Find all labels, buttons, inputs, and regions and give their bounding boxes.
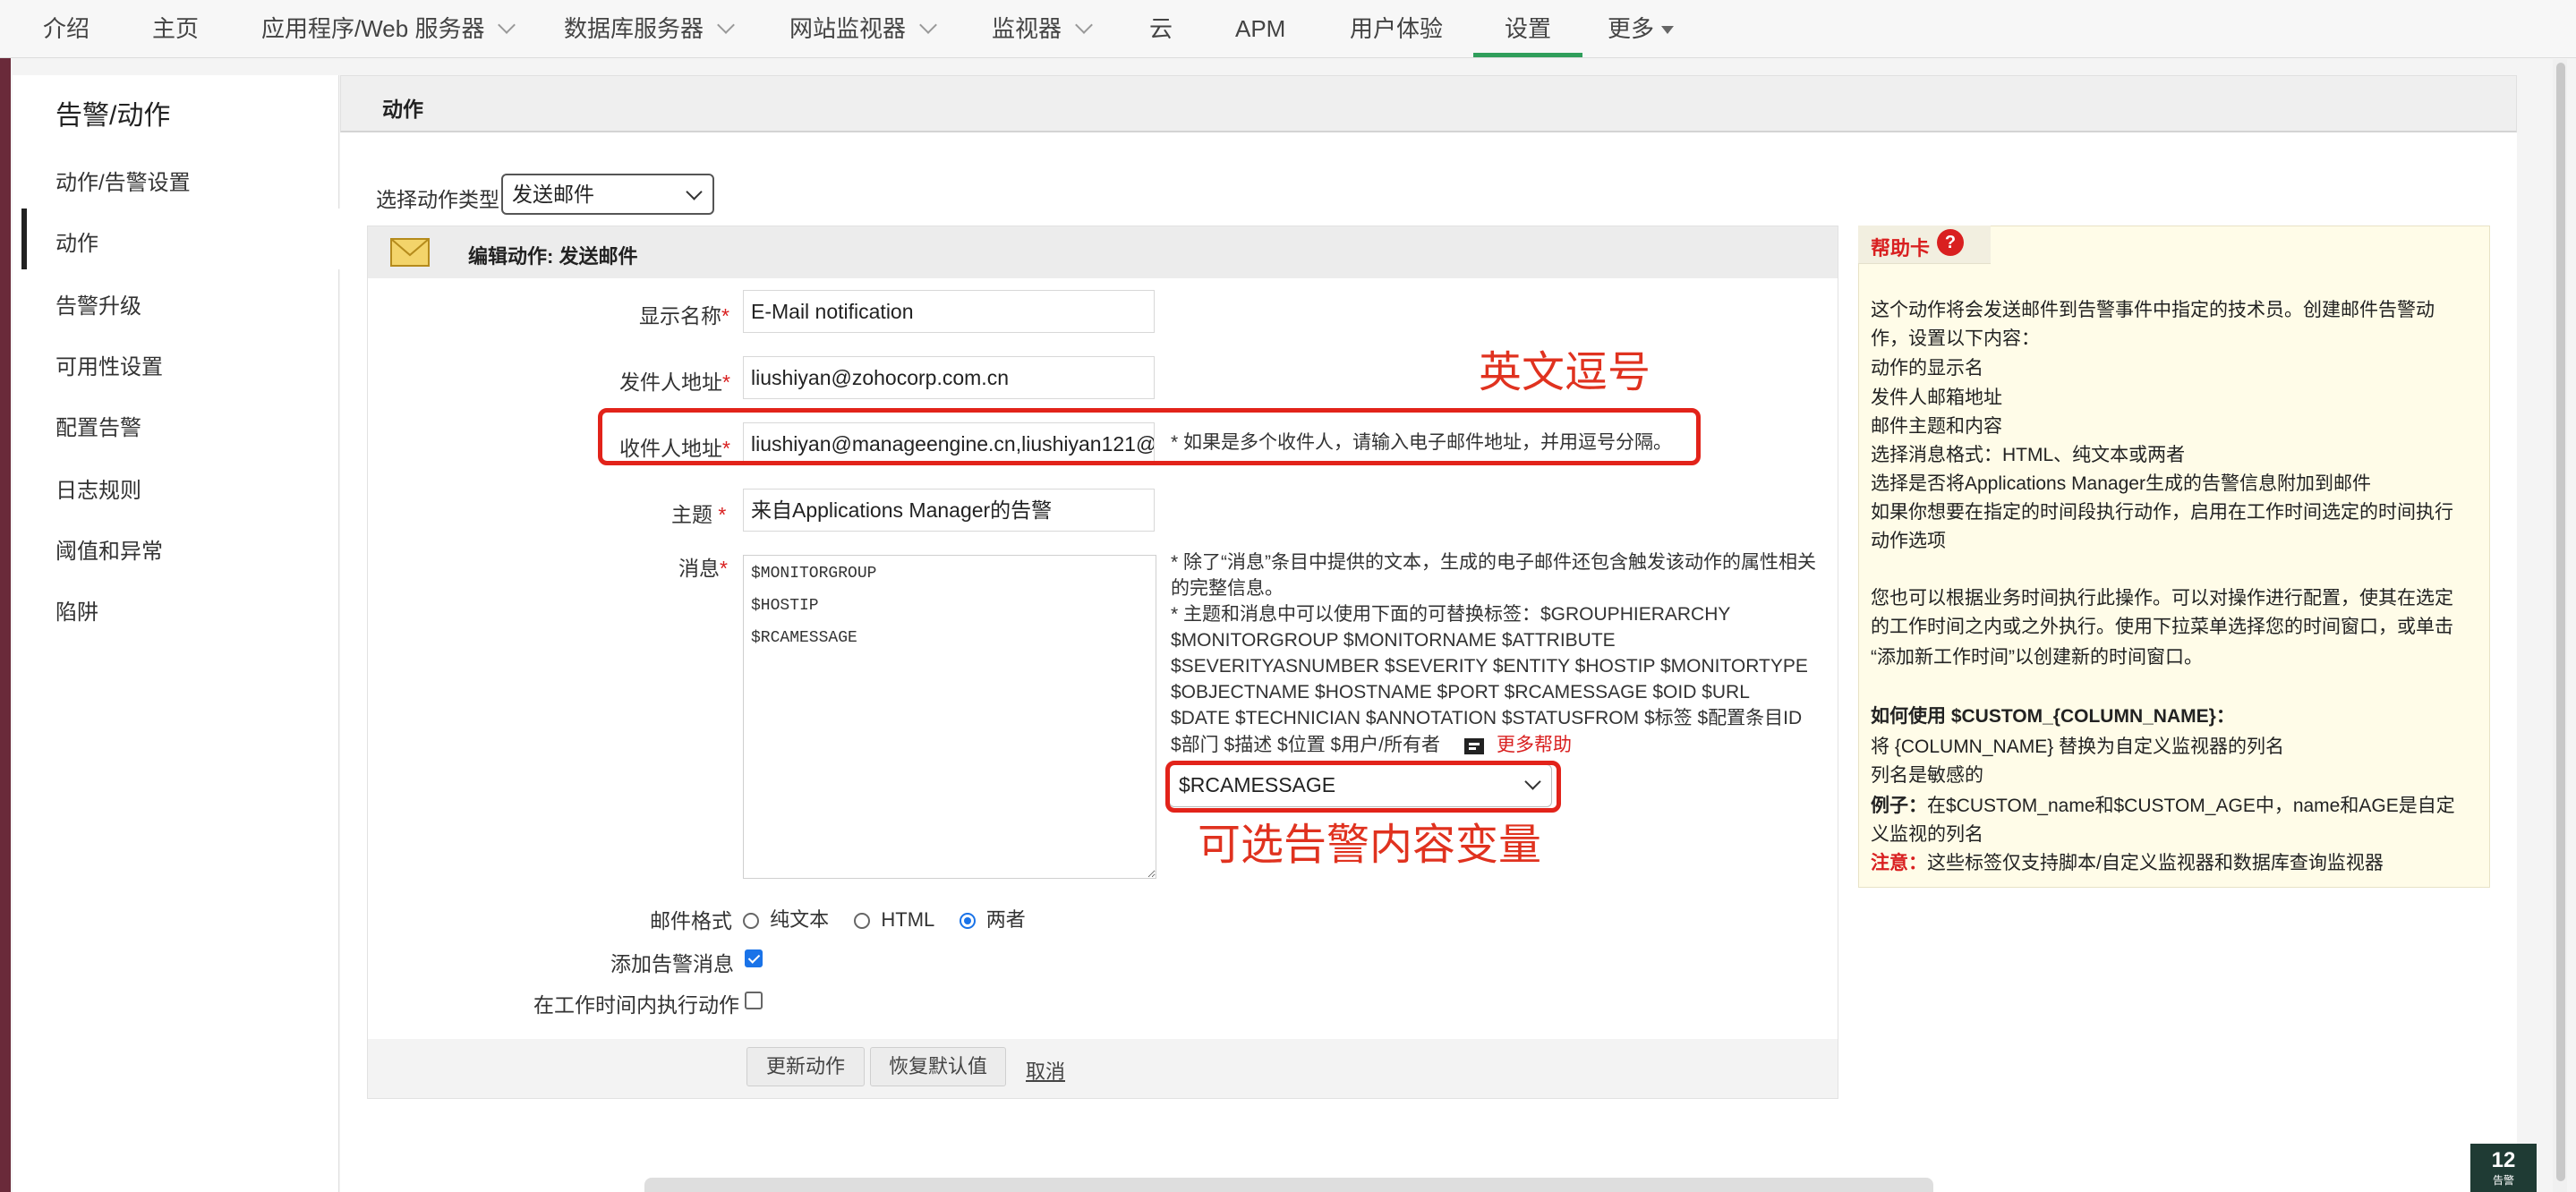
help-line: 这个动作将会发送邮件到告警事件中指定的技术员。创建邮件告警动 xyxy=(1871,300,2435,320)
help-line: 您也可以根据业务时间执行此操作。可以对操作进行配置，使其在选定 xyxy=(1871,588,2453,609)
variable-annotation: 可选告警内容变量 xyxy=(1198,822,1542,869)
sidebar-item-escalation[interactable]: 告警升级 xyxy=(55,288,141,319)
format-radio-plaintext[interactable] xyxy=(743,913,759,930)
action-type-value: 发送邮件 xyxy=(512,183,594,206)
nav-settings[interactable]: 设置 xyxy=(1473,0,1582,57)
edit-action-title: 编辑动作: 发送邮件 xyxy=(468,245,638,268)
nav-more[interactable]: 更多 xyxy=(1608,0,1675,57)
sidebar-item-traps[interactable]: 陷阱 xyxy=(55,594,98,626)
panel-title: 动作 xyxy=(382,98,423,121)
comma-annotation: 英文逗号 xyxy=(1479,349,1651,396)
help-line: 将 {COLUMN_NAME} 替换为自定义监视器的列名 xyxy=(1871,736,2285,757)
subject-field[interactable]: 来自Applications Manager的告警 xyxy=(743,489,1155,532)
sidebar-item-configure-alarms[interactable]: 配置告警 xyxy=(55,410,141,441)
caret-down-icon xyxy=(1661,26,1675,34)
help-line: 作，设置以下内容： xyxy=(1871,328,2040,349)
tags-line-5: $DATE $TECHNICIAN $ANNOTATION $STATUSFRO… xyxy=(1171,708,1803,728)
window-edge xyxy=(0,0,11,1192)
nav-monitors[interactable]: 监视器 xyxy=(992,0,1093,57)
message-label: 消息* xyxy=(678,557,728,580)
from-address-field[interactable]: liushiyan@zohocorp.com.cn xyxy=(743,356,1155,399)
alarm-count: 12 xyxy=(2491,1148,2516,1172)
append-alarm-label: 添加告警消息 xyxy=(610,952,734,975)
edit-action-header: 编辑动作: 发送邮件 xyxy=(368,226,1838,279)
help-line: 例子：在$CUSTOM_name和$CUSTOM_AGE中，name和AGE是自… xyxy=(1871,796,2455,816)
more-help-link[interactable]: 更多帮助 xyxy=(1497,732,1572,758)
display-name-label: 显示名称* xyxy=(639,304,729,328)
nav-app-servers[interactable]: 应用程序/Web 服务器 xyxy=(261,0,516,57)
help-line: 如果你想要在指定的时间段执行动作，启用在工作时间选定的时间执行 xyxy=(1871,502,2453,523)
help-line: 的工作时间之内或之外执行。使用下拉菜单选择您的时间窗口，或单击 xyxy=(1871,617,2453,637)
help-line: 义监视的列名 xyxy=(1871,824,1983,845)
sidebar-title: 告警/动作 xyxy=(55,101,171,131)
panel-header: 动作 xyxy=(340,75,2517,132)
button-bar xyxy=(368,1039,1838,1098)
business-hours-checkbox[interactable] xyxy=(745,992,763,1009)
nav-user-experience[interactable]: 用户体验 xyxy=(1350,0,1443,57)
format-radio-both[interactable] xyxy=(959,913,976,930)
format-plaintext-label: 纯文本 xyxy=(770,908,830,931)
help-line: 如何使用 $CUSTOM_{COLUMN_NAME}： xyxy=(1871,706,2235,727)
business-hours-label: 在工作时间内执行动作 xyxy=(533,993,739,1017)
help-line: 邮件主题和内容 xyxy=(1871,416,2002,437)
subject-label: 主题 * xyxy=(671,503,727,526)
mail-format-label: 邮件格式 xyxy=(650,909,732,932)
restore-defaults-button[interactable]: 恢复默认值 xyxy=(870,1047,1006,1086)
help-book-icon xyxy=(1464,738,1484,754)
alarm-label: 告警 xyxy=(2492,1174,2514,1187)
scrollbar-thumb[interactable] xyxy=(2556,63,2565,1181)
nav-apm[interactable]: APM xyxy=(1235,0,1285,57)
variable-highlight-box xyxy=(1165,761,1561,813)
help-line: 列名是敏感的 xyxy=(1871,765,1983,786)
message-textarea[interactable] xyxy=(743,555,1156,879)
display-name-field[interactable]: E-Mail notification xyxy=(743,290,1155,333)
envelope-icon xyxy=(390,238,430,267)
format-html-label: HTML xyxy=(881,908,934,931)
help-card-title: 帮助卡 xyxy=(1871,237,1931,260)
alarm-badge[interactable]: 12 告警 xyxy=(2470,1144,2537,1192)
nav-web-monitors[interactable]: 网站监视器 xyxy=(789,0,937,57)
sidebar-item-log-rules[interactable]: 日志规则 xyxy=(55,473,141,504)
nav-cloud[interactable]: 云 xyxy=(1149,0,1173,57)
help-line: 注意：这些标签仅支持脚本/自定义监视器和数据库查询监视器 xyxy=(1871,853,2384,873)
format-radio-html[interactable] xyxy=(854,913,871,930)
chevron-down-icon xyxy=(919,16,937,34)
append-alarm-checkbox[interactable] xyxy=(745,949,763,967)
tags-line-6: $部门 $描述 $位置 $用户/所有者 xyxy=(1171,735,1441,755)
tags-line-3: $SEVERITYASNUMBER $SEVERITY $ENTITY $HOS… xyxy=(1171,656,1808,677)
help-line: “添加新工作时间”以创建新的时间窗口。 xyxy=(1871,647,2203,668)
chevron-down-icon xyxy=(686,183,703,200)
help-line: 动作的显示名 xyxy=(1871,358,1983,379)
tags-line-4: $OBJECTNAME $HOSTNAME $PORT $RCAMESSAGE … xyxy=(1171,682,1750,702)
recipient-highlight-box xyxy=(598,408,1701,465)
sidebar-item-actions[interactable]: 动作 xyxy=(55,226,98,257)
chevron-down-icon xyxy=(498,16,516,34)
top-nav: 介绍 主页 应用程序/Web 服务器 数据库服务器 网站监视器 监视器 云 AP… xyxy=(0,0,2576,58)
sidebar-item-action-alarm-settings[interactable]: 动作/告警设置 xyxy=(55,165,191,196)
format-both-label: 两者 xyxy=(985,908,1026,931)
help-line: 选择消息格式：HTML、纯文本或两者 xyxy=(1871,445,2186,465)
chevron-down-icon xyxy=(1075,16,1093,34)
cancel-link[interactable]: 取消 xyxy=(1026,1056,1065,1085)
from-address-label: 发件人地址* xyxy=(619,370,730,394)
action-type-label: 选择动作类型 xyxy=(376,188,499,211)
nav-home[interactable]: 主页 xyxy=(152,0,199,57)
message-hint-1: * 除了“消息”条目中提供的文本，生成的电子邮件还包含触发该动作的属性相关的完整… xyxy=(1171,552,1816,599)
nav-intro[interactable]: 介绍 xyxy=(43,0,90,57)
help-line: 动作选项 xyxy=(1871,531,1946,551)
help-question-icon: ? xyxy=(1937,229,1964,256)
nav-db-servers[interactable]: 数据库服务器 xyxy=(564,0,735,57)
action-type-select[interactable]: 发送邮件 xyxy=(501,174,714,215)
sidebar-item-thresholds[interactable]: 阈值和异常 xyxy=(55,533,163,565)
bottom-shadow xyxy=(644,1178,1933,1192)
help-line: 发件人邮箱地址 xyxy=(1871,387,2002,408)
sidebar-item-availability[interactable]: 可用性设置 xyxy=(55,349,163,380)
help-line: 选择是否将Applications Manager生成的告警信息附加到邮件 xyxy=(1871,473,2371,494)
chevron-down-icon xyxy=(717,16,735,34)
update-action-button[interactable]: 更新动作 xyxy=(746,1047,865,1086)
tags-line-2: $MONITORGROUP $MONITORNAME $ATTRIBUTE xyxy=(1171,630,1616,651)
mail-format-options: 纯文本 HTML 两者 xyxy=(743,904,1026,932)
tags-line-1: * 主题和消息中可以使用下面的可替换标签：$GROUPHIERARCHY xyxy=(1171,604,1731,625)
